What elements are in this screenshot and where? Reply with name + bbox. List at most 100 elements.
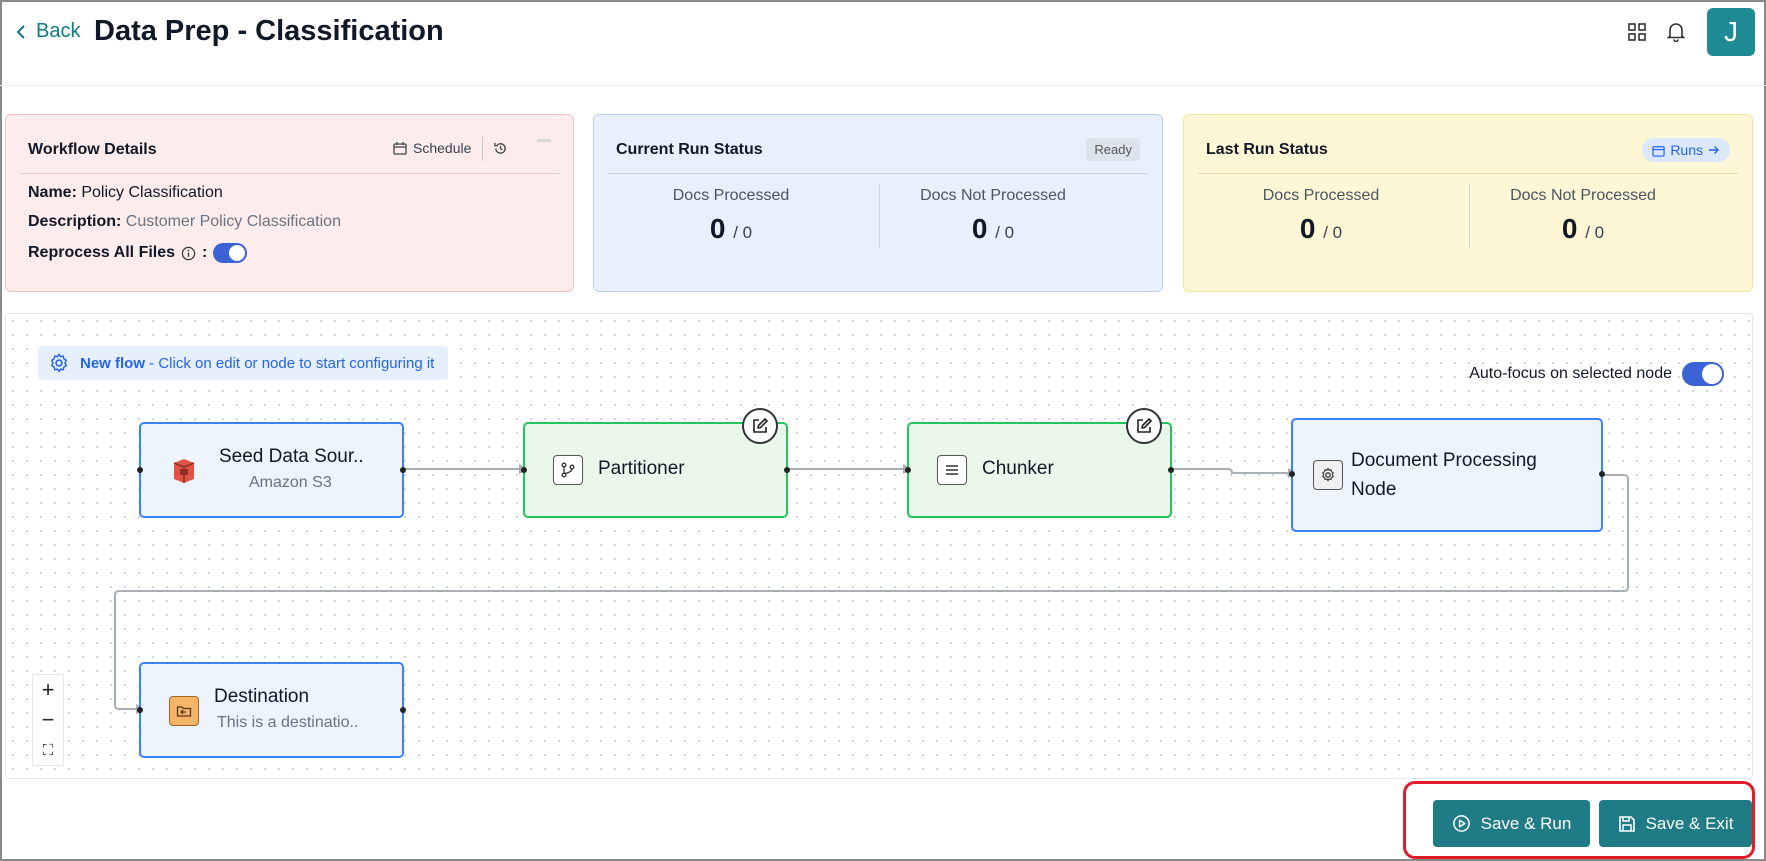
node-port[interactable]: [1289, 471, 1295, 477]
last-docs-processed-total: / 0: [1323, 223, 1343, 242]
history-icon[interactable]: [493, 141, 508, 161]
last-run-title: Last Run Status: [1206, 141, 1328, 158]
node-source-sub: Amazon S3: [249, 474, 332, 491]
zoom-controls: + − ⛶: [32, 674, 64, 766]
save-run-button[interactable]: Save & Run: [1433, 800, 1590, 847]
edge-chunker-docproc: [1168, 468, 1292, 474]
last-docs-processed-label: Docs Processed: [1262, 187, 1380, 204]
docs-processed-label: Docs Processed: [672, 187, 790, 204]
fit-view-button[interactable]: ⛶: [33, 735, 63, 765]
last-docs-processed-stat: Docs Processed 0 / 0: [1191, 187, 1451, 245]
node-port[interactable]: [137, 707, 143, 713]
calendar-icon: [1652, 145, 1665, 157]
workflow-details-card: Workflow Details Schedule Name: Policy C…: [5, 114, 574, 292]
last-docs-not-processed-value-row: 0 / 0: [1453, 213, 1713, 245]
last-run-status-card: Last Run Status Runs Docs Processed 0 / …: [1183, 114, 1753, 292]
description-label: Description:: [28, 213, 122, 230]
node-partitioner-name: Partitioner: [598, 458, 685, 479]
bell-icon[interactable]: [1664, 20, 1688, 44]
back-label: Back: [36, 20, 81, 42]
node-port[interactable]: [400, 467, 406, 473]
node-port[interactable]: [1168, 467, 1174, 473]
current-run-status-card: Current Run Status Ready Docs Processed …: [593, 114, 1163, 292]
docs-not-processed-total: / 0: [995, 223, 1015, 242]
node-destination-sub: This is a destinatio..: [217, 714, 359, 731]
reprocess-toggle[interactable]: [213, 243, 248, 263]
docs-processed-value-row: 0 / 0: [601, 213, 861, 245]
edit-icon[interactable]: [1126, 408, 1162, 444]
node-source-name: Seed Data Sour..: [219, 446, 364, 467]
last-docs-not-processed-value: 0: [1561, 213, 1578, 244]
node-port[interactable]: [905, 467, 911, 473]
status-badge: Ready: [1086, 138, 1140, 161]
workflow-description-row: Description: Customer Policy Classificat…: [28, 213, 341, 231]
divider: [20, 173, 559, 174]
save-exit-button[interactable]: Save & Exit: [1599, 800, 1752, 847]
node-port[interactable]: [1599, 471, 1605, 477]
reprocess-label: Reprocess All Files: [28, 244, 176, 261]
calendar-icon: [393, 142, 407, 155]
docs-processed-total: / 0: [733, 223, 753, 242]
arrow-right-icon: [1709, 146, 1719, 154]
zoom-out-button[interactable]: −: [33, 705, 63, 735]
back-button[interactable]: Back: [14, 20, 80, 43]
aws-s3-icon: [169, 456, 199, 491]
minimize-button[interactable]: [537, 139, 551, 142]
divider: [1198, 173, 1738, 174]
node-destination-name: Destination: [214, 686, 310, 707]
name-value: Policy Classification: [81, 184, 223, 201]
branch-icon: [553, 455, 583, 485]
node-source[interactable]: Seed Data Sour.. Amazon S3: [137, 422, 406, 518]
workflow-details-title: Workflow Details: [28, 141, 157, 158]
name-label: Name:: [28, 184, 77, 201]
current-run-title: Current Run Status: [616, 141, 763, 158]
node-document-processing[interactable]: Document Processing Node: [1289, 418, 1605, 532]
divider: [482, 137, 483, 161]
description-value: Customer Policy Classification: [125, 213, 341, 230]
node-port[interactable]: [784, 467, 790, 473]
node-port[interactable]: [400, 707, 406, 713]
play-circle-icon: [1452, 815, 1470, 832]
last-docs-not-processed-label: Docs Not Processed: [1510, 187, 1656, 204]
docs-not-processed-label: Docs Not Processed: [920, 187, 1066, 204]
page-header: Back Data Prep - Classification J: [0, 0, 1766, 86]
apps-grid-icon[interactable]: [1625, 20, 1649, 44]
node-port[interactable]: [521, 467, 527, 473]
save-exit-label: Save & Exit: [1645, 813, 1734, 833]
node-destination[interactable]: Destination This is a destinatio..: [137, 662, 406, 758]
last-docs-not-processed-total: / 0: [1585, 223, 1605, 242]
docs-not-processed-value-row: 0 / 0: [863, 213, 1123, 245]
reprocess-colon: :: [202, 244, 208, 261]
reprocess-row: Reprocess All Files :: [28, 243, 248, 263]
docs-processed-value: 0: [709, 213, 726, 244]
runs-label: Runs: [1670, 142, 1703, 158]
gear-icon: [1313, 460, 1343, 490]
save-run-label: Save & Run: [1480, 813, 1572, 833]
last-docs-processed-value-row: 0 / 0: [1191, 213, 1451, 245]
node-chunker-name: Chunker: [982, 458, 1054, 479]
node-docproc-name-line2: Node: [1351, 479, 1397, 500]
flow-canvas[interactable]: New flow - Click on edit or node to star…: [5, 313, 1753, 779]
node-docproc-name-line1: Document Processing: [1351, 450, 1537, 471]
workflow-name-row: Name: Policy Classification: [28, 184, 223, 202]
info-icon[interactable]: [181, 246, 196, 261]
docs-processed-stat: Docs Processed 0 / 0: [601, 187, 861, 245]
docs-not-processed-value: 0: [971, 213, 988, 244]
avatar[interactable]: J: [1707, 8, 1755, 56]
zoom-in-button[interactable]: +: [33, 675, 63, 705]
node-partitioner[interactable]: Partitioner: [521, 408, 790, 518]
divider: [608, 173, 1148, 174]
edit-icon[interactable]: [742, 408, 778, 444]
folder-export-icon: [169, 696, 199, 726]
runs-button[interactable]: Runs: [1642, 138, 1730, 162]
chevron-left-icon: [16, 24, 25, 39]
node-chunker[interactable]: Chunker: [905, 408, 1174, 518]
schedule-label: Schedule: [413, 140, 472, 156]
last-docs-not-processed-stat: Docs Not Processed 0 / 0: [1453, 187, 1713, 245]
schedule-button[interactable]: Schedule: [393, 140, 471, 156]
docs-not-processed-stat: Docs Not Processed 0 / 0: [863, 187, 1123, 245]
list-icon: [937, 455, 967, 485]
node-port[interactable]: [137, 467, 143, 473]
page-title: Data Prep - Classification: [94, 15, 444, 47]
node-docproc-name: Document Processing Node: [1351, 446, 1537, 504]
